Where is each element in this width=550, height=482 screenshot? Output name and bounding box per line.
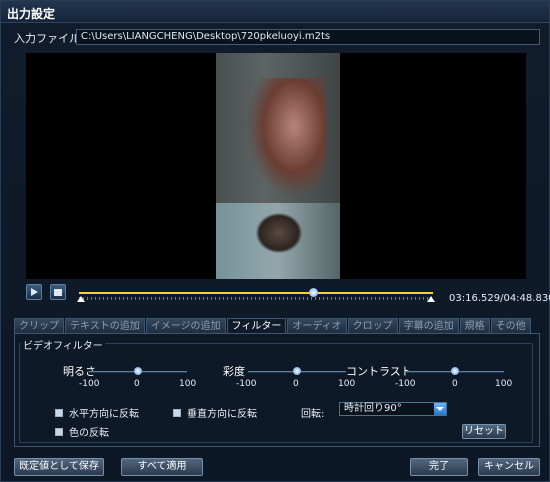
brightness-thumb[interactable] <box>134 367 142 375</box>
cancel-button[interactable]: キャンセル <box>478 458 540 476</box>
tab-bar: クリップ テキストの追加 イメージの追加 フィルター オーディオ クロップ 字幕… <box>14 318 532 334</box>
video-preview <box>26 53 526 279</box>
reset-button[interactable]: リセット <box>462 424 506 439</box>
timeline-slider[interactable] <box>77 288 435 302</box>
saturation-slider[interactable] <box>248 367 346 377</box>
invert-color-label: 色の反転 <box>69 428 109 439</box>
flip-vertical-label: 垂直方向に反転 <box>187 409 257 420</box>
apply-all-button[interactable]: すべて適用 <box>121 458 203 476</box>
contrast-max: 100 <box>495 379 513 389</box>
saturation-min: -100 <box>236 379 257 389</box>
contrast-label: コントラスト <box>346 365 412 378</box>
tab-add-image[interactable]: イメージの追加 <box>145 318 226 334</box>
video-frame <box>216 53 340 279</box>
tab-crop[interactable]: クロップ <box>347 318 398 334</box>
brightness-max: 100 <box>179 379 197 389</box>
flip-horizontal-checkbox[interactable] <box>55 408 63 417</box>
saturation-mid: 0 <box>293 379 299 389</box>
invert-color-checkbox[interactable] <box>55 427 63 436</box>
stop-button[interactable] <box>50 284 66 300</box>
saturation-thumb[interactable] <box>293 367 301 375</box>
tab-audio[interactable]: オーディオ <box>287 318 347 334</box>
end-marker[interactable] <box>427 296 435 302</box>
start-marker[interactable] <box>77 296 85 302</box>
stop-icon <box>54 288 62 296</box>
contrast-slider[interactable] <box>406 367 504 377</box>
tab-add-subtitle[interactable]: 字幕の追加 <box>398 318 459 334</box>
rotate-value: 時計回り90° <box>344 403 402 414</box>
input-file-field[interactable]: C:\Users\LIANGCHENG\Desktop\720pkeluoyi.… <box>76 29 540 45</box>
tab-add-text[interactable]: テキストの追加 <box>65 318 145 334</box>
flip-horizontal-option[interactable]: 水平方向に反転 <box>55 405 139 420</box>
saturation-label: 彩度 <box>223 365 245 378</box>
video-filter-label: ビデオフィルター <box>21 337 105 352</box>
time-display: 03:16.529/04:48.830 <box>449 293 550 304</box>
play-button[interactable] <box>26 284 42 300</box>
rotate-label: 回転: <box>301 409 325 420</box>
input-file-row: 入力ファイル: C:\Users\LIANGCHENG\Desktop\720p… <box>14 29 540 45</box>
play-icon <box>30 288 38 296</box>
window-title: 出力設定 <box>7 7 56 21</box>
saturation-max: 100 <box>338 379 356 389</box>
rotate-select[interactable]: 時計回り90° <box>339 402 447 416</box>
output-settings-dialog: 出力設定 入力ファイル: C:\Users\LIANGCHENG\Desktop… <box>0 0 550 482</box>
contrast-mid: 0 <box>452 379 458 389</box>
tab-clip[interactable]: クリップ <box>14 318 64 334</box>
chevron-down-icon[interactable] <box>434 403 446 415</box>
contrast-min: -100 <box>395 379 416 389</box>
brightness-slider[interactable] <box>89 367 187 377</box>
flip-horizontal-label: 水平方向に反転 <box>69 409 139 420</box>
contrast-thumb[interactable] <box>451 367 459 375</box>
save-default-button[interactable]: 既定値として保存 <box>14 458 104 476</box>
tab-filter[interactable]: フィルター <box>226 318 287 334</box>
tab-other[interactable]: その他 <box>490 318 531 334</box>
done-button[interactable]: 完了 <box>410 458 468 476</box>
timeline-knob[interactable] <box>308 288 318 297</box>
brightness-min: -100 <box>79 379 100 389</box>
title-bar <box>1 1 549 23</box>
invert-color-option[interactable]: 色の反転 <box>55 424 109 439</box>
flip-vertical-option[interactable]: 垂直方向に反転 <box>173 405 257 420</box>
tab-standard[interactable]: 規格 <box>459 318 490 334</box>
brightness-mid: 0 <box>134 379 140 389</box>
flip-vertical-checkbox[interactable] <box>173 408 181 417</box>
input-file-label: 入力ファイル: <box>14 32 84 45</box>
